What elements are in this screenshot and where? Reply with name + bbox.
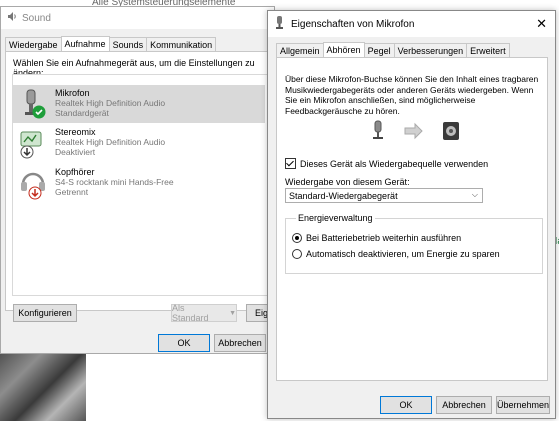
arrow-right-icon	[404, 122, 423, 140]
listen-panel: Über diese Mikrofon-Buchse können Sie de…	[276, 57, 548, 381]
apply-button[interactable]: Übernehmen	[496, 396, 550, 414]
listen-checkbox[interactable]: Dieses Gerät als Wiedergabequelle verwen…	[285, 158, 488, 169]
cancel-button[interactable]: Abbrechen	[436, 396, 492, 414]
sound-titlebar: Sound	[1, 7, 274, 29]
chevron-down-icon: ⌵	[471, 190, 478, 199]
ok-button[interactable]: OK	[380, 396, 432, 414]
device-name: Kopfhörer	[55, 167, 95, 177]
playback-device-label: Wiedergabe von diesem Gerät:	[285, 177, 410, 187]
props-titlebar: Eigenschaften von Mikrofon ✕	[268, 11, 555, 37]
power-group-title: Energieverwaltung	[296, 213, 375, 223]
speaker-icon	[7, 11, 18, 25]
device-item-mikrofon[interactable]: Mikrofon Realtek High Definition Audio S…	[13, 85, 265, 123]
checkbox-checked-icon	[285, 158, 296, 169]
device-name: Stereomix	[55, 127, 96, 137]
device-driver: S4-S rocktank mini Hands-Free	[55, 177, 174, 187]
device-item-stereomix[interactable]: Stereomix Realtek High Definition Audio …	[13, 124, 265, 162]
recording-device-list[interactable]: Mikrofon Realtek High Definition Audio S…	[12, 74, 268, 296]
tab-abhoeren[interactable]: Abhören	[322, 42, 365, 58]
radio-selected-icon	[292, 233, 302, 243]
power-option-label: Automatisch deaktivieren, um Energie zu …	[306, 249, 500, 259]
device-status: Getrennt	[55, 187, 89, 197]
sound-window: Sound Wiedergabe Aufnahme Sounds Kommuni…	[0, 6, 286, 354]
set-default-button[interactable]: Als Standard ▼	[171, 303, 237, 323]
configure-button[interactable]: Konfigurieren	[13, 304, 77, 322]
radio-unselected-icon	[292, 249, 302, 259]
power-management-group: Energieverwaltung Bei Batteriebetrieb we…	[285, 213, 543, 274]
speaker-icon	[443, 122, 459, 140]
cancel-button[interactable]: Abbrechen	[214, 334, 266, 352]
playback-device-select[interactable]: Standard-Wiedergabegerät ⌵	[285, 188, 483, 203]
listen-illustration	[367, 120, 467, 142]
stereomix-icon	[19, 128, 47, 160]
headset-icon	[19, 168, 47, 200]
tab-aufnahme[interactable]: Aufnahme	[60, 36, 110, 52]
device-item-kopfhoerer[interactable]: Kopfhörer S4-S rocktank mini Hands-Free …	[13, 164, 265, 202]
device-name: Mikrofon	[55, 88, 90, 98]
microphone-icon	[19, 89, 47, 121]
device-driver: Realtek High Definition Audio	[55, 98, 166, 108]
device-status: Standardgerät	[55, 108, 109, 118]
listen-description: Über diese Mikrofon-Buchse können Sie de…	[285, 74, 539, 116]
microphone-properties-dialog: Eigenschaften von Mikrofon ✕ Allgemein A…	[267, 10, 556, 419]
sound-window-title: Sound	[22, 12, 51, 24]
microphone-icon	[373, 120, 383, 139]
props-title: Eigenschaften von Mikrofon	[291, 18, 415, 30]
power-option-auto-disable[interactable]: Automatisch deaktivieren, um Energie zu …	[292, 249, 500, 259]
power-option-continue[interactable]: Bei Batteriebetrieb weiterhin ausführen	[292, 233, 461, 243]
set-default-label: Als Standard	[172, 303, 209, 323]
recording-panel: Wählen Sie ein Aufnahmegerät aus, um die…	[5, 51, 271, 311]
close-icon[interactable]: ✕	[536, 16, 547, 32]
chevron-down-icon: ▼	[229, 309, 236, 317]
playback-device-value: Standard-Wiedergabegerät	[289, 190, 398, 201]
device-status: Deaktiviert	[55, 147, 96, 157]
listen-checkbox-label: Dieses Gerät als Wiedergabequelle verwen…	[300, 158, 489, 169]
ok-button[interactable]: OK	[158, 334, 210, 352]
device-driver: Realtek High Definition Audio	[55, 137, 166, 147]
power-option-label: Bei Batteriebetrieb weiterhin ausführen	[306, 233, 462, 243]
microphone-icon	[274, 16, 285, 32]
desktop-wallpaper	[0, 348, 86, 421]
